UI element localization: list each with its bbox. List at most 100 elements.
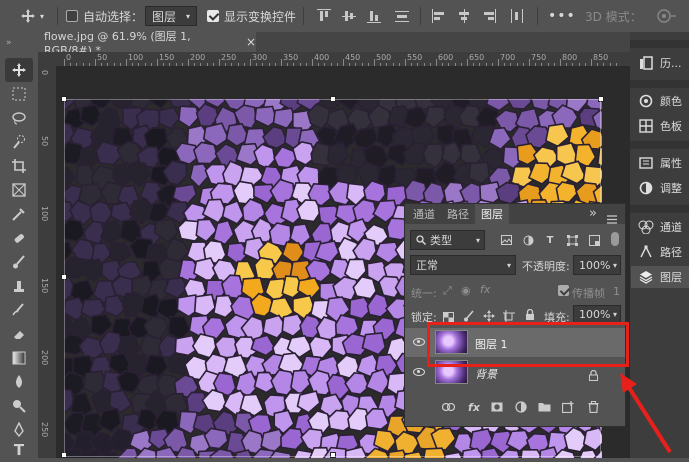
filter-adjustment-icon[interactable]	[522, 234, 534, 246]
align-bottom-icon[interactable]	[367, 9, 381, 23]
ruler-number: 800	[562, 53, 578, 62]
ruler-number: 600	[438, 53, 454, 62]
ruler-number: 700	[500, 53, 516, 62]
ruler-number: 250	[221, 53, 237, 62]
unify-visibility-icon[interactable]: ◉	[461, 284, 471, 297]
filter-shape-icon[interactable]	[566, 234, 578, 246]
swatches-panel-button[interactable]: 色板	[631, 115, 689, 137]
transform-handle[interactable]	[61, 274, 67, 280]
3d-mode-label: 3D 模式：	[585, 9, 642, 24]
link-layers-icon[interactable]	[441, 400, 455, 414]
clone-stamp-icon[interactable]	[5, 274, 33, 298]
move-tool-icon[interactable]: ▾	[20, 0, 44, 32]
propagate-checkbox[interactable]	[558, 285, 569, 296]
delete-layer-icon[interactable]	[586, 400, 600, 414]
adjustments-panel-button[interactable]: 调整	[631, 177, 689, 199]
dock-grip	[630, 80, 689, 88]
dock-grip	[630, 205, 689, 213]
history-panel-button[interactable]: 历...	[631, 52, 689, 74]
gradient-tool-icon[interactable]	[5, 346, 33, 370]
layer-style-icon[interactable]: fx	[467, 400, 481, 414]
group-folder-icon[interactable]	[537, 400, 551, 414]
transform-handle[interactable]	[330, 96, 336, 102]
tab-layers[interactable]: 图层	[475, 204, 509, 224]
filter-pixel-icon[interactable]	[500, 234, 512, 246]
history-brush-icon[interactable]	[5, 298, 33, 322]
align-right-icon[interactable]	[482, 9, 496, 23]
ruler-number: 850	[593, 53, 609, 62]
color-panel-button[interactable]: 颜色	[631, 90, 689, 112]
collapse-panel-icon[interactable]: »	[589, 206, 597, 221]
layers-bottom-bar: fx	[405, 400, 625, 416]
transform-handle[interactable]	[598, 96, 604, 102]
swatches-icon	[638, 118, 654, 134]
type-tool-icon[interactable]: T	[5, 438, 33, 462]
transform-handle[interactable]	[61, 96, 67, 102]
blend-mode-dropdown[interactable]: 正常 ▾	[410, 255, 516, 275]
align-top-icon[interactable]	[317, 9, 331, 23]
align-left-icon[interactable]	[432, 9, 446, 23]
checkbox-icon[interactable]	[66, 10, 78, 22]
filter-type-icon[interactable]: T	[544, 234, 556, 246]
quick-select-tool-icon[interactable]	[5, 130, 33, 154]
marquee-tool-icon[interactable]	[5, 82, 33, 106]
channels-panel-button[interactable]: 通道	[631, 216, 689, 238]
ruler-number: 100	[128, 53, 144, 62]
unify-style-icon[interactable]: fx	[480, 283, 490, 296]
align-hcenter-icon[interactable]	[457, 9, 471, 23]
more-icon[interactable]: •••	[548, 0, 576, 32]
properties-panel-button[interactable]: 属性	[631, 152, 689, 174]
panel-menu-icon[interactable]	[607, 209, 617, 228]
collapse-icon[interactable]: »	[6, 38, 12, 48]
auto-select-label: 自动选择：	[83, 9, 144, 24]
layer-name[interactable]: 背景	[475, 366, 497, 382]
eyedropper-tool-icon[interactable]	[5, 202, 33, 226]
auto-select-target-dropdown[interactable]: 图层 ▾	[145, 6, 197, 26]
dodge-tool-icon[interactable]	[5, 394, 33, 418]
propagate-label: 传播帧	[572, 287, 605, 300]
healing-brush-icon[interactable]	[5, 226, 33, 250]
tab-paths[interactable]: 路径	[441, 204, 475, 224]
ruler-number: 450	[345, 53, 361, 62]
checked-icon[interactable]	[207, 10, 219, 22]
ruler-number: 200	[190, 53, 206, 62]
move-tool-icon[interactable]	[5, 58, 33, 82]
filter-kind-dropdown[interactable]: 类型 ▾	[410, 230, 485, 250]
tab-channels[interactable]: 通道	[407, 204, 441, 224]
document-tab[interactable]: flowe.jpg @ 61.9% (图层 1, RGB/8#) * ×	[38, 30, 256, 57]
mosaic-tile	[193, 293, 217, 318]
3d-orbit-icon[interactable]	[656, 0, 678, 32]
channels-icon	[638, 219, 654, 235]
ruler-number: 750	[531, 53, 547, 62]
unify-position-icon[interactable]: ⤢	[443, 284, 452, 298]
crop-tool-icon[interactable]	[5, 154, 33, 178]
visibility-eye-icon[interactable]	[413, 338, 425, 346]
transform-handle[interactable]	[61, 452, 67, 458]
distribute-icon[interactable]	[395, 9, 409, 23]
paths-panel-button[interactable]: 路径	[631, 241, 689, 263]
history-icon	[638, 55, 654, 71]
filter-toggle-switch[interactable]	[611, 232, 619, 246]
align-vcenter-icon[interactable]	[342, 9, 356, 23]
lasso-tool-icon[interactable]	[5, 106, 33, 130]
layers-panel: 通道 路径 图层 » 类型 ▾ T 正常 ▾ 不透明度: 100% ▾ 统一: …	[404, 203, 626, 427]
eraser-tool-icon[interactable]	[5, 322, 33, 346]
mosaic-tile	[253, 143, 276, 170]
visibility-eye-icon[interactable]	[413, 368, 425, 376]
opacity-field[interactable]: 100% ▾	[573, 255, 621, 275]
filter-smart-object-icon[interactable]	[588, 234, 600, 246]
transform-handle[interactable]	[330, 452, 336, 458]
adjustment-layer-icon[interactable]	[514, 400, 528, 414]
frame-tool-icon[interactable]	[5, 178, 33, 202]
search-icon	[416, 235, 426, 245]
blur-tool-icon[interactable]	[5, 370, 33, 394]
brush-tool-icon[interactable]	[5, 250, 33, 274]
add-mask-icon[interactable]	[490, 400, 504, 414]
mosaic-tile	[64, 218, 86, 243]
channels-label: 通道	[660, 221, 682, 234]
close-tab-icon[interactable]: ×	[246, 35, 256, 49]
distribute-h-icon[interactable]	[510, 9, 524, 23]
new-layer-icon[interactable]	[561, 400, 575, 414]
layers-panel-button[interactable]: 图层	[631, 266, 689, 288]
color-label: 颜色	[660, 95, 682, 108]
